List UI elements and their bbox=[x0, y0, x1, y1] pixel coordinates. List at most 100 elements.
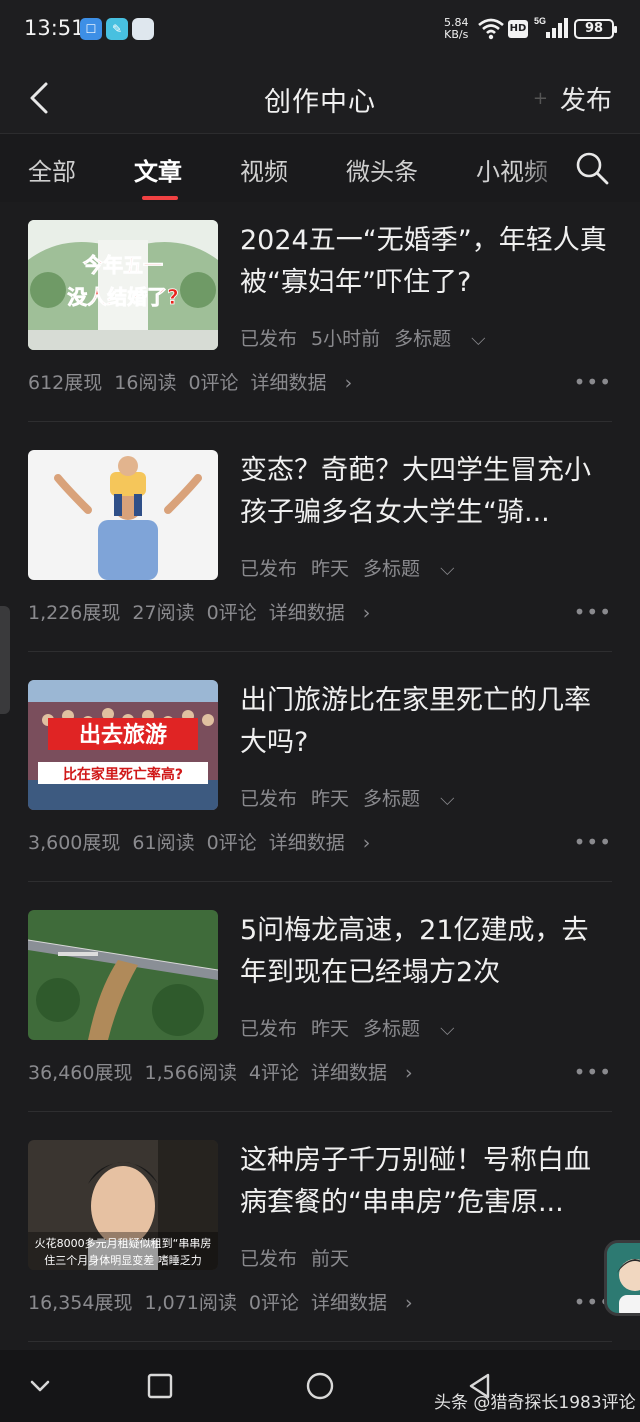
publish-time: 昨天 bbox=[311, 788, 350, 810]
divider bbox=[28, 881, 612, 882]
app-notification-icon: ✎ bbox=[106, 18, 128, 40]
more-options-button[interactable]: ••• bbox=[574, 370, 612, 394]
multi-title-label: 多标题 bbox=[363, 788, 421, 810]
detail-data-link[interactable]: 详细数据 › bbox=[269, 832, 383, 854]
article-stats: 1,226展现 27阅读 0评论 详细数据 › bbox=[28, 598, 394, 625]
chevron-right-icon: › bbox=[405, 1062, 413, 1084]
home-icon[interactable] bbox=[302, 1368, 338, 1404]
active-tab-indicator bbox=[142, 196, 178, 200]
article-title[interactable]: 变态？奇葩？大四学生冒充小孩子骗多名女大学生“骑... bbox=[240, 450, 610, 534]
network-speed: 5.84 KB/s bbox=[444, 17, 469, 41]
article-item[interactable]: 变态？奇葩？大四学生冒充小孩子骗多名女大学生“骑... 已发布 昨天 多标题 ⌵ 1… bbox=[0, 432, 640, 662]
article-item[interactable]: 今年五一 没人结婚了? 2024五一“无婚季”，年轻人真被“寡妇年”吓住了? 已… bbox=[0, 202, 640, 432]
reads-count: 27阅读 bbox=[132, 602, 195, 624]
publish-button[interactable]: 发布 bbox=[560, 80, 612, 117]
signal-icon: 5G bbox=[534, 16, 568, 38]
publish-status: 已发布 bbox=[240, 558, 298, 580]
article-meta: 已发布 昨天 多标题 ⌵ bbox=[240, 1014, 483, 1041]
tab-videos[interactable]: 视频 bbox=[240, 152, 288, 187]
article-title[interactable]: 出门旅游比在家里死亡的几率大吗? bbox=[240, 680, 610, 764]
article-item[interactable]: 5问梅龙高速，21亿建成，去年到现在已经塌方2次 已发布 昨天 多标题 ⌵ 36,4… bbox=[0, 892, 640, 1122]
chevron-down-icon[interactable] bbox=[22, 1368, 58, 1404]
thumbnail-caption: 火花8000多元月租疑似租到“串串房 bbox=[35, 1236, 212, 1250]
more-options-button[interactable]: ••• bbox=[574, 830, 612, 854]
article-title[interactable]: 这种房子千万别碰！号称白血病套餐的“串串房”危害原... bbox=[240, 1140, 610, 1224]
publish-time: 前天 bbox=[311, 1248, 350, 1270]
detail-data-link[interactable]: 详细数据 › bbox=[251, 372, 365, 394]
network-speed-unit: KB/s bbox=[444, 28, 469, 41]
thumbnail-caption: 没人结婚了? bbox=[67, 285, 179, 309]
thumbnail-caption: 今年五一 bbox=[83, 253, 163, 277]
status-time: 13:51 bbox=[24, 16, 85, 40]
tab-all[interactable]: 全部 bbox=[28, 152, 76, 187]
publish-status: 已发布 bbox=[240, 328, 298, 350]
battery-indicator: 98 bbox=[574, 19, 617, 39]
search-icon[interactable] bbox=[574, 150, 610, 186]
article-item[interactable]: 火花8000多元月租疑似租到“串串房 住三个月身体明显变差 嗜睡乏力 这种房子千… bbox=[0, 1122, 640, 1350]
detail-data-label: 详细数据 bbox=[250, 372, 327, 394]
publish-status: 已发布 bbox=[240, 1018, 298, 1040]
article-item[interactable]: 出去旅游 比在家里死亡率高? 出门旅游比在家里死亡的几率大吗? 已发布 昨天 多标题… bbox=[0, 662, 640, 892]
article-thumbnail: 今年五一 没人结婚了? bbox=[28, 220, 218, 350]
tab-articles[interactable]: 文章 bbox=[134, 152, 182, 187]
chevron-down-icon: ⌵ bbox=[471, 328, 486, 350]
chevron-down-icon: ⌵ bbox=[440, 788, 455, 810]
detail-data-label: 详细数据 bbox=[268, 832, 345, 854]
article-stats: 16,354展现 1,071阅读 0评论 详细数据 › bbox=[28, 1288, 437, 1315]
article-meta: 已发布 昨天 多标题 ⌵ bbox=[240, 554, 483, 581]
multi-title-toggle[interactable]: 多标题 ⌵ bbox=[363, 788, 468, 810]
thumbnail-caption: 比在家里死亡率高? bbox=[63, 766, 183, 783]
divider bbox=[28, 1111, 612, 1112]
avatar-notification-icon bbox=[132, 18, 154, 40]
article-stats: 612展现 16阅读 0评论 详细数据 › bbox=[28, 368, 376, 395]
article-title[interactable]: 2024五一“无婚季”，年轻人真被“寡妇年”吓住了? bbox=[240, 220, 610, 304]
article-thumbnail bbox=[28, 910, 218, 1040]
header: 创作中心 + 发布 bbox=[0, 62, 640, 134]
comments-count: 0评论 bbox=[206, 832, 257, 854]
views-count: 16,354展现 bbox=[28, 1292, 133, 1314]
floating-avatar[interactable] bbox=[604, 1240, 640, 1316]
thumbnail-caption: 出去旅游 bbox=[79, 722, 167, 748]
article-thumbnail: 火花8000多元月租疑似租到“串串房 住三个月身体明显变差 嗜睡乏力 bbox=[28, 1140, 218, 1270]
tab-bar: 全部 文章 视频 微头条 小视频 bbox=[0, 134, 640, 202]
multi-title-toggle[interactable]: 多标题 ⌵ bbox=[394, 328, 499, 350]
publish-status: 已发布 bbox=[240, 1248, 298, 1270]
chevron-right-icon: › bbox=[344, 372, 353, 394]
more-options-button[interactable]: ••• bbox=[574, 1060, 612, 1084]
plus-icon: + bbox=[532, 88, 548, 109]
multi-title-toggle[interactable]: 多标题 ⌵ bbox=[363, 558, 468, 580]
chevron-down-icon: ⌵ bbox=[440, 558, 455, 580]
chevron-right-icon: › bbox=[362, 602, 371, 624]
multi-title-label: 多标题 bbox=[363, 1018, 421, 1040]
article-thumbnail: 出去旅游 比在家里死亡率高? bbox=[28, 680, 218, 810]
publish-time: 5小时前 bbox=[311, 328, 381, 350]
detail-data-link[interactable]: 详细数据 › bbox=[311, 1292, 425, 1314]
article-title[interactable]: 5问梅龙高速，21亿建成，去年到现在已经塌方2次 bbox=[240, 910, 610, 994]
reads-count: 16阅读 bbox=[114, 372, 177, 394]
side-drawer-handle[interactable] bbox=[0, 606, 10, 714]
divider bbox=[28, 651, 612, 652]
tab-fade bbox=[520, 134, 570, 202]
detail-data-link[interactable]: 详细数据 › bbox=[269, 602, 383, 624]
recent-apps-icon[interactable] bbox=[142, 1368, 178, 1404]
tab-micro-posts[interactable]: 微头条 bbox=[346, 152, 418, 187]
reads-count: 1,071阅读 bbox=[144, 1292, 237, 1314]
detail-data-label: 详细数据 bbox=[310, 1292, 387, 1314]
multi-title-toggle[interactable]: 多标题 ⌵ bbox=[363, 1018, 468, 1040]
publish-time: 昨天 bbox=[311, 558, 350, 580]
status-bar: 13:51 ☐ ✎ 5.84 KB/s HD 5G 98 bbox=[0, 0, 640, 62]
chevron-right-icon: › bbox=[362, 832, 371, 854]
divider bbox=[28, 1341, 612, 1342]
chevron-down-icon: ⌵ bbox=[440, 1018, 455, 1040]
chevron-right-icon: › bbox=[405, 1292, 413, 1314]
article-stats: 36,460展现 1,566阅读 4评论 详细数据 › bbox=[28, 1058, 437, 1085]
views-count: 612展现 bbox=[28, 372, 103, 394]
more-options-button[interactable]: ••• bbox=[574, 600, 612, 624]
article-list: 今年五一 没人结婚了? 2024五一“无婚季”，年轻人真被“寡妇年”吓住了? 已… bbox=[0, 202, 640, 1350]
hd-badge: HD bbox=[508, 20, 528, 38]
comments-count: 0评论 bbox=[188, 372, 239, 394]
detail-data-link[interactable]: 详细数据 › bbox=[311, 1062, 425, 1084]
comments-count: 0评论 bbox=[248, 1292, 299, 1314]
views-count: 3,600展现 bbox=[28, 832, 121, 854]
watermark: 头条 @猎奇探长1983评论 bbox=[434, 1393, 636, 1413]
